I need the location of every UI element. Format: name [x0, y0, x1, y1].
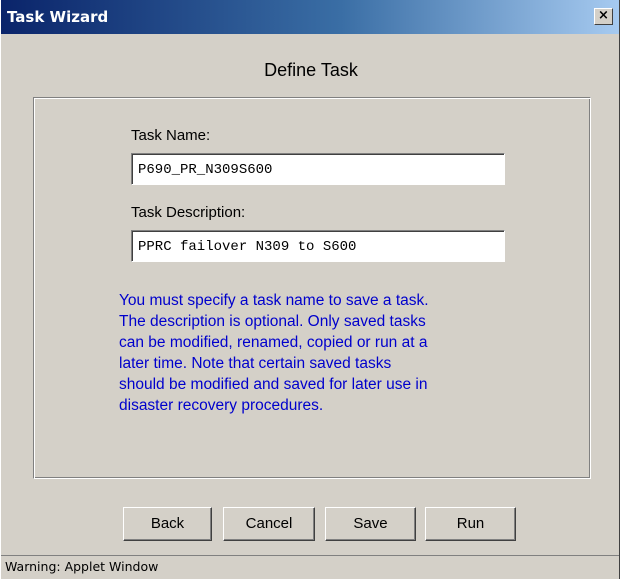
- info-line: can be modified, renamed, copied or run …: [119, 334, 428, 351]
- save-button[interactable]: Save: [325, 507, 416, 541]
- task-description-label: Task Description:: [131, 204, 246, 221]
- status-text: Warning: Applet Window: [5, 559, 159, 574]
- info-line: You must specify a task name to save a t…: [119, 292, 429, 309]
- cancel-button[interactable]: Cancel: [223, 507, 315, 541]
- info-line: disaster recovery procedures.: [119, 397, 324, 414]
- close-button[interactable]: ×: [594, 8, 613, 25]
- task-name-input[interactable]: P690_PR_N309S600: [131, 153, 505, 185]
- info-line: The description is optional. Only saved …: [119, 313, 426, 330]
- title-bar[interactable]: Task Wizard ×: [1, 0, 619, 34]
- task-wizard-window: Task Wizard × Define Task Task Name: P69…: [0, 0, 620, 579]
- window-title: Task Wizard: [7, 8, 109, 26]
- info-line: should be modified and saved for later u…: [119, 376, 428, 393]
- run-button[interactable]: Run: [425, 507, 516, 541]
- task-description-input[interactable]: PPRC failover N309 to S600: [131, 230, 505, 262]
- close-icon: ×: [598, 8, 609, 23]
- back-button[interactable]: Back: [123, 507, 212, 541]
- dialog-heading: Define Task: [264, 60, 358, 80]
- info-line: later time. Note that certain saved task…: [119, 355, 392, 372]
- info-text: You must specify a task name to save a t…: [119, 290, 539, 416]
- status-bar: Warning: Applet Window: [1, 555, 619, 579]
- task-name-label: Task Name:: [131, 127, 211, 144]
